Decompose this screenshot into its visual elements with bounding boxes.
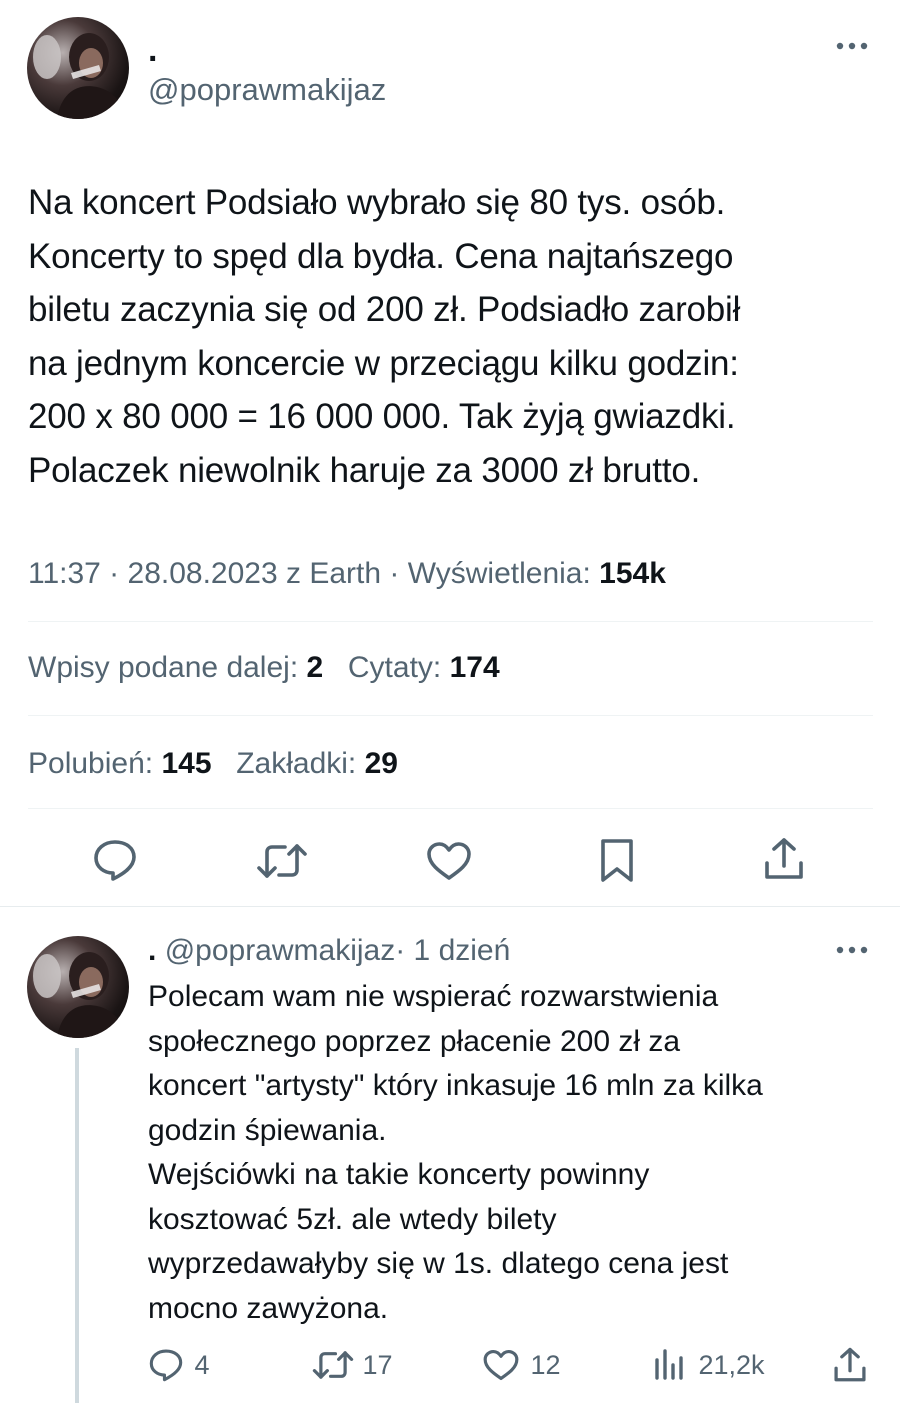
tweet-meta: 11:37 · 28.08.2023 z Earth · Wyświetleni… <box>28 554 666 594</box>
more-options-button[interactable] <box>832 34 872 58</box>
share-button[interactable] <box>832 1346 868 1389</box>
views-button[interactable]: 21,2k <box>652 1348 765 1382</box>
heart-icon <box>482 1348 520 1382</box>
reply-text-line: Polecam wam nie wspierać rozwarstwienia <box>148 980 719 1013</box>
reply-text-line: koncert "artysty" który inkasuje 16 mln … <box>148 1069 763 1102</box>
share-icon <box>832 1346 868 1384</box>
avatar[interactable] <box>27 936 129 1038</box>
more-options-button[interactable] <box>832 938 872 962</box>
like-button[interactable] <box>425 840 473 887</box>
thread-line <box>75 1048 79 1403</box>
reply-button[interactable]: 4 <box>148 1348 209 1382</box>
reply-count: 4 <box>194 1349 210 1380</box>
more-horizontal-icon <box>832 34 872 58</box>
tweet-text-line: 200 x 80 000 = 16 000 000. Tak żyją gwia… <box>28 397 736 436</box>
share-button[interactable] <box>762 836 806 887</box>
reply-text-line: mocno zawyżona. <box>148 1291 389 1325</box>
views-icon <box>652 1348 686 1382</box>
repost-button[interactable]: 17 <box>312 1348 393 1382</box>
display-name[interactable]: . <box>148 30 157 70</box>
tweet-text-line: Na koncert Podsiało wybrało się 80 tys. … <box>28 183 726 222</box>
reposts-count: 2 <box>306 651 324 684</box>
bookmark-button[interactable] <box>597 836 637 889</box>
tweet-text-line: biletu zaczynia się od 200 zł. Podsiadło… <box>28 290 741 329</box>
reply-button[interactable] <box>92 838 138 887</box>
timestamp-source[interactable]: 11:37 · 28.08.2023 z Earth · Wyświetleni… <box>28 557 591 590</box>
reply-text-line: Wejściówki na takie koncerty powinny <box>148 1158 650 1191</box>
reply-text-line: społecznego poprzez płacenie 200 zł za <box>148 1024 681 1058</box>
divider <box>28 715 873 716</box>
user-handle[interactable]: @poprawmakijaz <box>148 70 386 110</box>
reply-time[interactable]: · 1 dzień <box>395 934 510 967</box>
reply-text-line: godzin śpiewania. <box>148 1113 387 1147</box>
section-divider <box>0 906 900 907</box>
quotes-label: Cytaty: <box>347 651 442 684</box>
user-handle[interactable]: @poprawmakijaz <box>165 934 396 967</box>
repost-icon <box>312 1348 354 1382</box>
likes-stat[interactable]: Polubień: 145 <box>28 747 220 780</box>
like-count: 12 <box>530 1349 561 1380</box>
reposts-label: Wpisy podane dalej: <box>28 651 299 684</box>
engagement-stats-row-1: Wpisy podane dalej: 2 Cytaty: 174 <box>28 648 500 688</box>
tweet-text: Na koncert Podsiało wybrało się 80 tys. … <box>28 176 888 497</box>
divider <box>28 621 873 622</box>
repost-count: 17 <box>362 1349 393 1380</box>
avatar[interactable] <box>27 17 129 119</box>
engagement-stats-row-2: Polubień: 145 Zakładki: 29 <box>28 744 398 784</box>
bookmarks-stat[interactable]: Zakładki: 29 <box>236 747 398 780</box>
divider <box>28 808 873 809</box>
likes-count: 145 <box>161 747 212 780</box>
repost-button[interactable] <box>256 840 308 887</box>
bookmarks-count: 29 <box>364 747 398 780</box>
share-icon <box>762 836 806 882</box>
quotes-count: 174 <box>449 651 500 684</box>
tweet-text-line: Polaczek niewolnik haruje za 3000 zł bru… <box>28 450 701 490</box>
likes-label: Polubień: <box>28 747 154 780</box>
heart-icon <box>425 840 473 882</box>
views-count: 21,2k <box>698 1349 765 1380</box>
views-count: 154k <box>599 557 666 590</box>
tweet-text-line: Koncerty to spęd dla bydła. Cena najtańs… <box>28 236 734 276</box>
bookmarks-label: Zakładki: <box>236 747 357 780</box>
reply-icon <box>148 1348 184 1382</box>
reply-header: . @poprawmakijaz· 1 dzień <box>148 932 510 970</box>
quotes-stat[interactable]: Cytaty: 174 <box>348 651 500 684</box>
repost-icon <box>256 840 308 882</box>
bookmark-icon <box>597 836 637 884</box>
like-button[interactable]: 12 <box>482 1348 561 1382</box>
more-horizontal-icon <box>832 938 872 962</box>
tweet-text-line: na jednym koncercie w przeciągu kilku go… <box>28 343 739 383</box>
reply-text-line: wyprzedawałyby się w 1s. dlatego cena je… <box>148 1247 729 1280</box>
reply-text-line: kosztować 5zł. ale wtedy bilety <box>148 1202 557 1236</box>
reply-text: Polecam wam nie wspierać rozwarstwienia … <box>148 975 888 1331</box>
reposts-stat[interactable]: Wpisy podane dalej: 2 <box>28 651 332 684</box>
display-name[interactable]: . <box>148 934 156 967</box>
reply-icon <box>92 838 138 882</box>
